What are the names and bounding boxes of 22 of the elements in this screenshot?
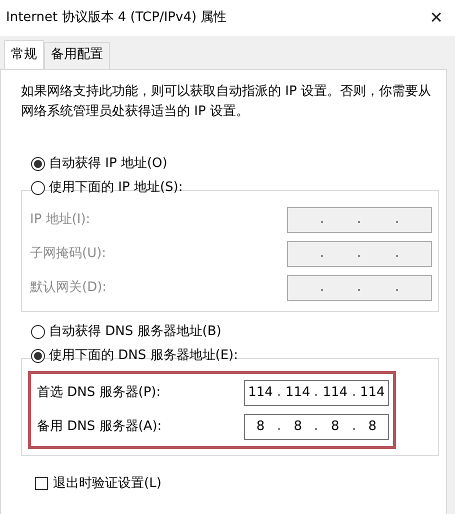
radio-button[interactable] (31, 324, 45, 338)
radio-button[interactable] (31, 348, 45, 362)
radio-button[interactable] (31, 180, 45, 194)
field-label: IP 地址(I): (30, 210, 90, 229)
field-label: 首选 DNS 服务器(P): (37, 384, 161, 402)
ip-address-field[interactable]: 114 114 114 114 (244, 380, 389, 406)
field-label: 默认网关(D): (30, 278, 107, 297)
description-text: 如果网络支持此功能，则可以获取自动指派的 IP 设置。否则，你需要从网络系统管理员处获得适当的 IP 设置。 (21, 82, 432, 120)
radio-label: 使用下面的 IP 地址(S): (49, 178, 183, 197)
tab[interactable]: 常规 (4, 40, 44, 68)
checkbox-label: 退出时验证设置(L) (53, 474, 162, 492)
radio-button[interactable] (31, 156, 45, 170)
ip-address-field[interactable]: 8 8 8 8 (244, 414, 389, 440)
checkbox[interactable] (35, 476, 48, 490)
radio-label: 自动获得 IP 地址(O) (49, 154, 168, 173)
field-label: 备用 DNS 服务器(A): (37, 418, 162, 436)
radio-label: 使用下面的 DNS 服务器地址(E): (49, 346, 238, 365)
field-label: 子网掩码(U): (30, 244, 106, 263)
tab[interactable]: 备用配置 (44, 42, 110, 68)
window-title: Internet 协议版本 4 (TCP/IPv4) 属性 (6, 9, 227, 28)
close-button[interactable]: ✕ (424, 6, 449, 30)
radio-label: 自动获得 DNS 服务器地址(B) (49, 322, 222, 341)
